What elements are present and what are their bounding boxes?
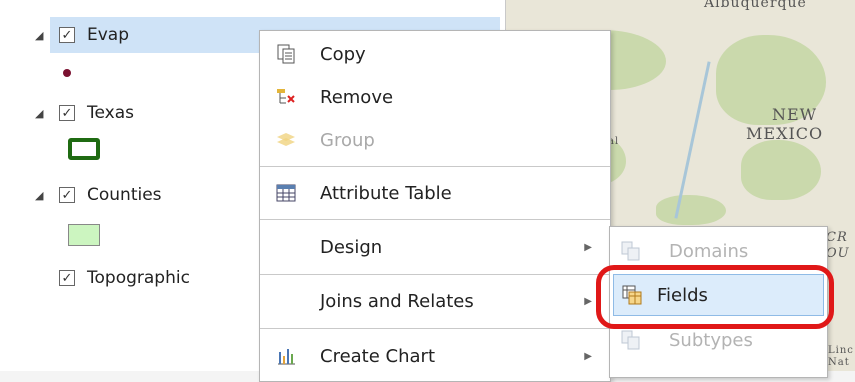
layer-visibility-checkbox[interactable]: ✓ — [59, 105, 75, 121]
layer-row-topographic[interactable]: ✓ Topographic — [0, 264, 190, 292]
layer-label: Evap — [87, 25, 130, 45]
menu-separator — [260, 328, 610, 329]
map-label-nat: Nat — [828, 357, 850, 368]
layer-row-counties[interactable]: ◢ ✓ Counties — [0, 181, 162, 209]
expand-triangle-icon[interactable]: ◢ — [35, 107, 45, 120]
group-layers-icon — [274, 128, 298, 152]
layer-visibility-checkbox[interactable]: ✓ — [59, 270, 75, 286]
layer-context-menu: Copy Remove Group Attribute Table Design… — [259, 30, 611, 382]
counties-polygon-symbol — [68, 224, 100, 246]
expand-triangle-icon[interactable]: ◢ — [35, 29, 45, 42]
table-icon — [274, 181, 298, 205]
map-label-new: NEW — [772, 105, 818, 124]
menu-separator — [260, 274, 610, 275]
map-label-albuquerque: Albuquerque — [704, 0, 807, 11]
menu-item-design[interactable]: Design ▶ — [260, 226, 610, 268]
layer-row-texas[interactable]: ◢ ✓ Texas — [0, 99, 134, 127]
menu-item-attribute-table[interactable]: Attribute Table — [260, 172, 610, 214]
texas-polygon-symbol — [68, 138, 100, 160]
evap-point-symbol — [63, 69, 71, 77]
subtypes-icon — [621, 330, 640, 350]
domains-icon — [621, 241, 640, 261]
layer-label: Counties — [87, 185, 162, 205]
map-label-mexico: MEXICO — [746, 124, 824, 143]
menu-item-copy[interactable]: Copy — [260, 33, 610, 75]
menu-item-remove[interactable]: Remove — [260, 76, 610, 118]
submenu-arrow-icon: ▶ — [584, 350, 592, 362]
menu-separator — [260, 219, 610, 220]
layer-label: Topographic — [87, 268, 190, 288]
submenu-arrow-icon: ▶ — [584, 295, 592, 307]
menu-item-joins-and-relates[interactable]: Joins and Relates ▶ — [260, 280, 610, 322]
expand-triangle-icon[interactable]: ◢ — [35, 189, 45, 202]
chart-icon — [274, 344, 298, 368]
menu-separator — [260, 166, 610, 167]
layer-visibility-checkbox[interactable]: ✓ — [59, 187, 75, 203]
red-highlight-annotation — [596, 265, 834, 329]
map-label-linc: Linc — [828, 345, 854, 356]
submenu-arrow-icon: ▶ — [584, 241, 592, 253]
remove-layer-icon — [274, 85, 298, 109]
map-label-cr: CR — [826, 230, 848, 245]
map-label-ou: OU — [826, 246, 850, 261]
layer-label: Texas — [87, 103, 134, 123]
layer-row-evap[interactable]: ◢ ✓ Evap — [0, 21, 129, 49]
copy-icon — [274, 42, 298, 66]
layer-visibility-checkbox[interactable]: ✓ — [59, 27, 75, 43]
menu-item-group[interactable]: Group — [260, 119, 610, 161]
